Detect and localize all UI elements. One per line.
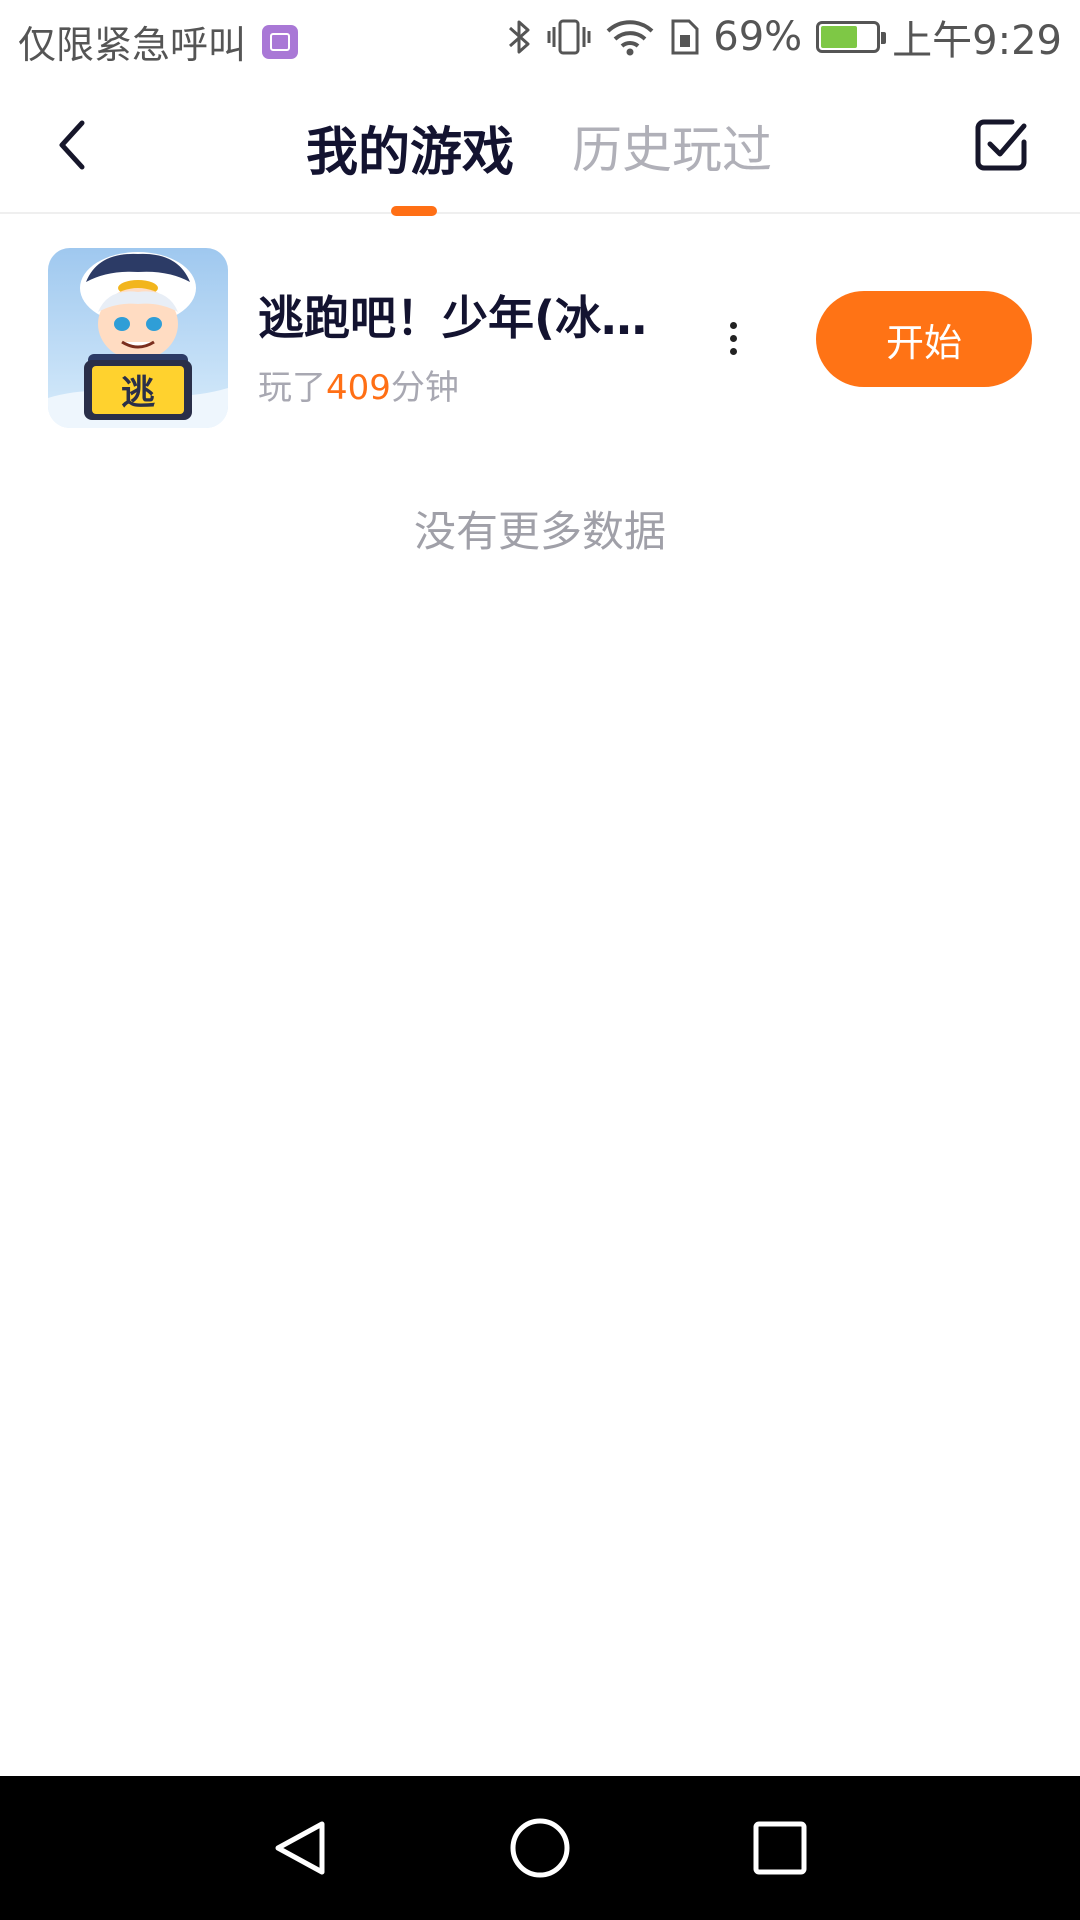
more-dot [729,334,737,342]
battery-fill [821,26,858,48]
nav-back-button[interactable] [264,1812,336,1884]
playtime-value: 409 [326,368,391,408]
game-icon-text: 逃 [121,373,155,413]
clock: 上午9:29 [892,18,1062,64]
more-dot [729,347,737,355]
vibrate-icon [547,17,591,57]
start-game-button[interactable]: 开始 [816,291,1032,387]
list-end-message: 没有更多数据 [413,507,666,556]
battery-icon [816,21,887,53]
game-icon[interactable]: 逃 [48,248,228,428]
game-playtime: 玩了409分钟 [258,360,459,409]
bluetooth-icon [507,17,533,57]
tab-bar: 我的游戏 历史玩过 [0,74,1080,216]
playtime-prefix: 玩了 [258,368,326,408]
sim-icon [669,17,701,57]
tab-history[interactable]: 历史玩过 [572,110,772,182]
active-tab-indicator [391,206,437,216]
tab-my-games[interactable]: 我的游戏 [306,110,514,185]
battery-percent: 69% [713,14,803,60]
checkbox-icon [975,119,1027,171]
square-recents-icon [753,1821,807,1875]
nav-home-button[interactable] [504,1812,576,1884]
circle-home-icon [510,1818,570,1878]
more-options-button[interactable] [716,308,750,368]
more-dot [729,321,737,329]
list-item[interactable]: 逃 逃跑吧！少年(冰雪... 玩了409分钟 开始 [0,248,1080,430]
status-bar: 仅限紧急呼叫 69% 上午9:29 [0,0,1080,74]
gallery-notification-icon [262,24,299,59]
nav-recents-button[interactable] [744,1812,816,1884]
carrier-label: 仅限紧急呼叫 [18,23,247,67]
batch-edit-button[interactable] [972,116,1030,174]
system-nav-bar [0,1776,1080,1920]
header: 我的游戏 历史玩过 [0,74,1080,216]
playtime-suffix: 分钟 [390,368,459,408]
triangle-back-icon [275,1821,325,1875]
wifi-icon [605,17,655,57]
game-title: 逃跑吧！少年(冰雪... [258,291,678,345]
